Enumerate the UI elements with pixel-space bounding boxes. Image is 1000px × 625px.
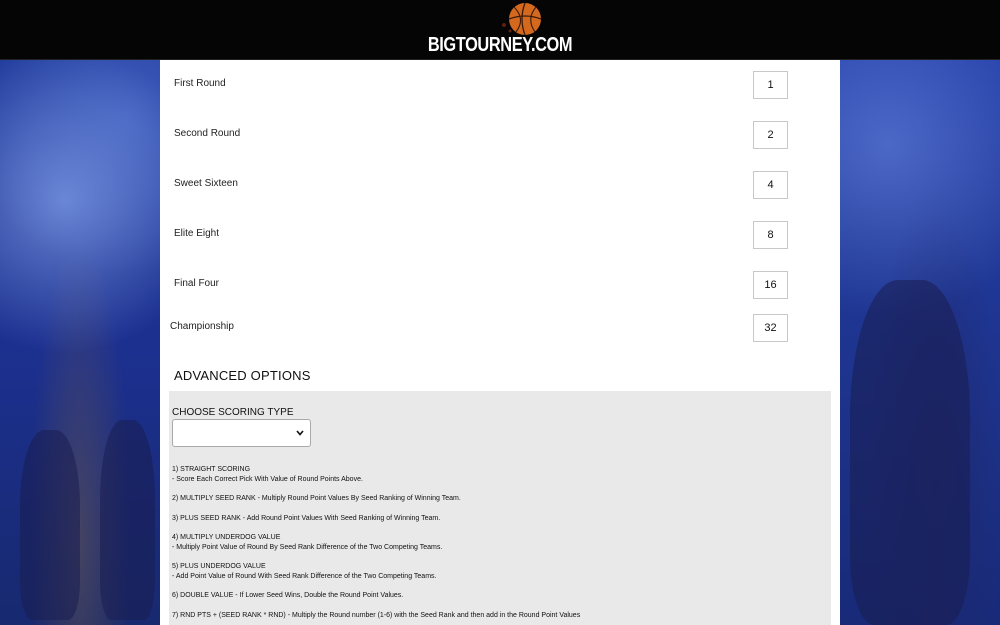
scoring-type-label: CHOOSE SCORING TYPE: [172, 407, 294, 418]
scoring-option-title: 1) STRAIGHT SCORING: [172, 466, 251, 473]
player-silhouette: [20, 430, 80, 620]
round-points-input[interactable]: 8: [753, 221, 788, 249]
scoring-option-title: 6) DOUBLE VALUE - If Lower Seed Wins, Do…: [172, 592, 404, 599]
scoring-option-title: 7) RND PTS + (SEED RANK * RND) - Multipl…: [172, 612, 581, 619]
round-label: Final Four: [174, 278, 220, 289]
chevron-down-icon: [296, 430, 304, 436]
advanced-options-box: CHOOSE SCORING TYPE 1) STRAIGHT SCORING …: [169, 391, 831, 625]
round-row-elite-eight: Elite Eight 8: [160, 221, 840, 249]
round-points-input[interactable]: 32: [753, 314, 788, 342]
round-points-input[interactable]: 2: [753, 121, 788, 149]
scoring-option-desc: - Score Each Correct Pick With Value of …: [172, 476, 363, 483]
background-right-arena: [840, 60, 1000, 625]
round-points-input[interactable]: 16: [753, 271, 788, 299]
round-row-final-four: Final Four 16: [160, 271, 840, 299]
round-label: First Round: [174, 78, 226, 89]
round-label: Elite Eight: [174, 228, 220, 239]
scoring-option-desc: - Multiply Point Value of Round By Seed …: [172, 544, 443, 551]
scoring-option-title: 4) MULTIPLY UNDERDOG VALUE: [172, 534, 281, 541]
round-label: Championship: [170, 321, 234, 332]
round-row-sweet-sixteen: Sweet Sixteen 4: [160, 171, 840, 199]
round-row-championship: Championship 32: [160, 314, 840, 342]
scoring-type-select[interactable]: [172, 419, 311, 447]
round-label: Second Round: [174, 128, 241, 139]
player-silhouette: [100, 420, 155, 620]
round-points-input[interactable]: 1: [753, 71, 788, 99]
background-left-arena: [0, 60, 160, 625]
scoring-option-title: 5) PLUS UNDERDOG VALUE: [172, 563, 266, 570]
scoring-option-title: 2) MULTIPLY SEED RANK - Multiply Round P…: [172, 495, 461, 502]
scoring-settings-panel: First Round 1 Second Round 2 Sweet Sixte…: [160, 60, 840, 625]
scoring-option-title: 3) PLUS SEED RANK - Add Round Point Valu…: [172, 515, 441, 522]
round-row-second-round: Second Round 2: [160, 121, 840, 149]
round-points-input[interactable]: 4: [753, 171, 788, 199]
site-header: BIGTOURNEY.COM: [0, 0, 1000, 60]
round-row-first-round: First Round 1: [160, 71, 840, 99]
site-logo-text[interactable]: BIGTOURNEY.COM: [90, 34, 910, 57]
player-silhouette: [850, 280, 970, 625]
round-label: Sweet Sixteen: [174, 178, 238, 189]
advanced-options-heading: ADVANCED OPTIONS: [174, 368, 311, 383]
scoring-option-desc: - Add Point Value of Round With Seed Ran…: [172, 573, 437, 580]
